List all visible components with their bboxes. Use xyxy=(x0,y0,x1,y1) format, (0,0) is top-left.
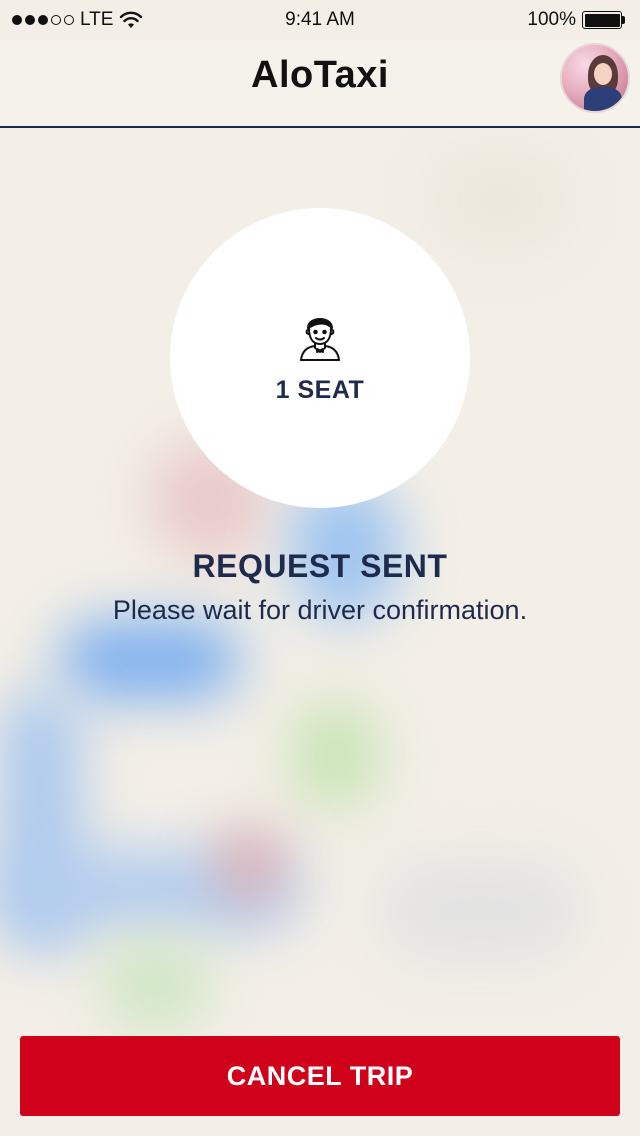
wifi-icon xyxy=(120,11,143,28)
cancel-trip-button[interactable]: CANCEL TRIP xyxy=(20,1036,620,1116)
battery-icon xyxy=(582,10,628,30)
battery-percent: 100% xyxy=(527,9,576,30)
request-status-subtitle: Please wait for driver confirmation. xyxy=(112,595,528,625)
status-right: 100% xyxy=(527,9,628,31)
status-bar: LTE 9:41 AM 100% xyxy=(0,0,640,40)
carrier-label: LTE xyxy=(80,9,114,30)
driver-icon xyxy=(300,318,340,361)
seat-indicator: 1 SEAT xyxy=(170,208,470,508)
user-avatar[interactable] xyxy=(560,43,630,113)
status-left: LTE xyxy=(12,9,143,31)
seat-count-label: 1 SEAT xyxy=(275,376,365,404)
signal-strength-icon xyxy=(12,15,74,25)
app-title: AloTaxi xyxy=(251,54,389,96)
nav-bar: AloTaxi xyxy=(0,40,640,128)
request-status-title: REQUEST SENT xyxy=(192,548,448,584)
